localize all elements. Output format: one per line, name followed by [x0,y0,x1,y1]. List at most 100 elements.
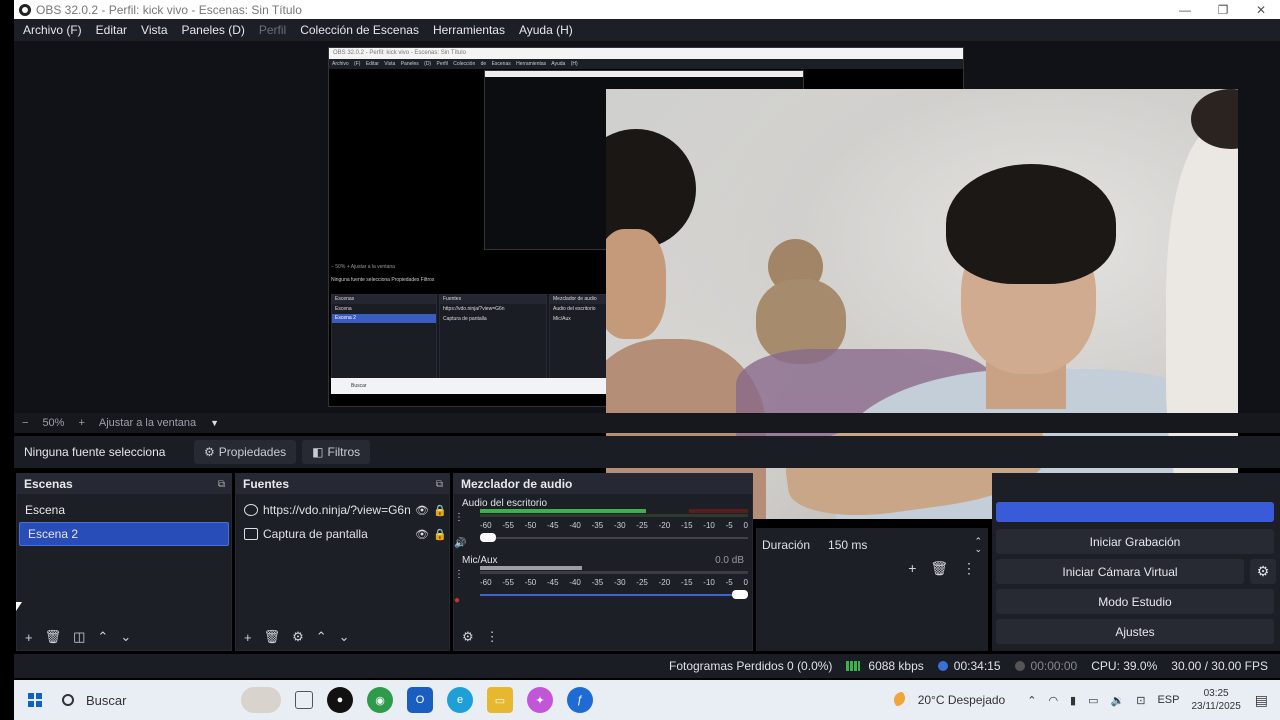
nested-scene-2: Escena 2 [332,314,436,323]
add-transition-icon[interactable]: + [908,560,916,576]
filters-button[interactable]: ◧ Filtros [302,440,371,464]
copilot-icon[interactable]: ✦ [527,687,553,713]
volume-meter [480,509,748,519]
menu-perfil[interactable]: Perfil [259,23,286,37]
menu-vista[interactable]: Vista [141,23,167,37]
search-highlight-icon[interactable] [241,687,281,713]
start-recording-button[interactable]: Iniciar Grabación [996,529,1274,554]
task-view-icon[interactable] [295,691,313,709]
undock-icon[interactable]: ⧉ [218,479,225,490]
file-explorer-icon[interactable]: ▭ [487,687,513,713]
duration-spinbox[interactable]: 150 ms ⌃ ⌄ [824,534,982,556]
gear-icon[interactable]: ⚙ [292,629,304,645]
taskbar-search[interactable]: Buscar [56,684,231,716]
bitrate: 6088 kbps [846,659,924,673]
cpu-usage: CPU: 39.0% [1091,659,1158,673]
meter-tick-label: -45 [546,521,559,530]
source-context-bar: Ninguna fuente selecciona ⚙ Propiedades … [14,436,1280,468]
speaker-icon[interactable]: 🔊 [454,538,466,549]
menu-bar: Archivo (F) Editar Vista Paneles (D) Per… [14,19,1280,41]
meter-tick-label: -55 [502,521,514,530]
preview-canvas[interactable]: OBS 32.0.2 - Perfil: kick vivo - Escenas… [14,41,1280,519]
virtual-camera-settings-icon[interactable]: ⚙ [1250,559,1276,584]
studio-mode-button[interactable]: Modo Estudio [996,589,1274,614]
undock-icon[interactable]: ⧉ [436,479,443,490]
chevron-up-icon[interactable]: ⌃ [1027,694,1036,707]
menu-paneles[interactable]: Paneles (D) [182,23,245,37]
duration-label: Duración [762,538,811,552]
move-up-icon[interactable]: ⌃ [97,629,108,645]
microphone-icon[interactable]: ▮ [1070,694,1076,707]
eye-icon[interactable]: 👁 [413,528,431,541]
speaker-icon[interactable]: 🔉 [1111,694,1125,707]
stream-button-live[interactable] [996,502,1274,522]
channel-menu-icon[interactable]: ⋮ [454,569,464,580]
zoom-dropdown-icon[interactable]: ▼ [210,418,219,428]
settings-button[interactable]: Ajustes [996,619,1274,644]
close-button[interactable]: ✕ [1242,3,1280,17]
filter-icon: ◧ [312,445,324,459]
eye-icon[interactable]: 👁 [413,504,431,517]
trash-icon[interactable]: 🗑 [264,629,281,645]
channel-menu-icon[interactable]: ⋮ [454,512,464,523]
channel-name: Audio del escritorio [462,498,548,509]
trash-icon[interactable]: 🗑 [930,560,948,576]
mute-icon[interactable]: ● [454,595,460,606]
usb-icon[interactable]: ⊡ [1136,694,1145,707]
battery-icon[interactable]: ▭ [1088,694,1098,707]
source-item-browser[interactable]: https://vdo.ninja/?view=G6n 👁 🔒 [236,498,449,522]
maximize-button[interactable]: ❐ [1204,3,1242,17]
source-item-display-capture[interactable]: Captura de pantalla 👁 🔒 [236,522,449,546]
gear-icon[interactable]: ⚙ [462,629,474,645]
move-up-icon[interactable]: ⌃ [316,629,327,645]
meter-tick-label: -50 [524,521,537,530]
zoom-in-button[interactable]: + [78,417,84,429]
minimize-button[interactable]: — [1166,3,1204,17]
globe-icon [244,504,258,516]
move-down-icon[interactable]: ⌄ [339,629,350,645]
zoom-fit-label[interactable]: Ajustar a la ventana [99,417,196,429]
windows-start-icon[interactable] [28,693,42,707]
nested-ch-1: Audio del escritorio [553,306,596,312]
record-time: 00:00:00 [1014,659,1077,673]
menu-herramientas[interactable]: Herramientas [433,23,505,37]
menu-archivo[interactable]: Archivo (F) [23,23,82,37]
meter-tick-label: -10 [703,578,715,587]
lock-icon[interactable]: 🔒 [431,504,449,517]
scene-item-escena[interactable]: Escena [17,498,231,522]
menu-ayuda[interactable]: Ayuda (H) [519,23,573,37]
add-scene-icon[interactable]: + [25,630,33,645]
lock-icon[interactable]: 🔒 [431,528,449,541]
scene-item-escena-2[interactable]: Escena 2 [19,522,229,546]
volume-slider[interactable] [480,533,748,543]
volume-slider[interactable] [480,590,748,600]
properties-button[interactable]: ⚙ Propiedades [194,440,297,464]
meter-tick-label: -60 [480,521,492,530]
clock[interactable]: 03:25 23/11/2025 [1191,687,1240,713]
language-indicator[interactable]: ESP [1157,694,1179,706]
menu-dots-icon[interactable]: ⋮ [962,560,976,576]
outlook-icon[interactable]: O [407,687,433,713]
obs-app-icon[interactable]: ● [327,687,353,713]
menu-coleccion-escenas[interactable]: Colección de Escenas [300,23,419,37]
menu-editar[interactable]: Editar [96,23,127,37]
edge-icon[interactable]: e [447,687,473,713]
weather-widget[interactable]: 20°C Despejado [893,692,1005,708]
scene-filters-icon[interactable]: ◫ [73,629,85,645]
stream-icon [937,661,948,671]
notifications-icon[interactable]: ▤ [1255,692,1268,709]
messenger-icon[interactable]: ƒ [567,687,593,713]
signal-icon [846,661,861,671]
menu-dots-icon[interactable]: ⋮ [486,629,499,645]
start-virtual-camera-button[interactable]: Iniciar Cámara Virtual [996,559,1244,584]
move-down-icon[interactable]: ⌄ [120,629,131,645]
title-bar: OBS 32.0.2 - Perfil: kick vivo - Escenas… [14,0,1280,19]
trash-icon[interactable]: 🗑 [45,629,62,645]
system-tray: 20°C Despejado ⌃ ◠ ▮ ▭ 🔉 ⊡ ESP 03:25 23/… [893,687,1280,713]
chrome-icon[interactable]: ◉ [367,687,393,713]
add-source-icon[interactable]: + [244,630,252,645]
scenes-title: Escenas [24,477,73,491]
zoom-out-button[interactable]: − [22,417,28,429]
network-icon[interactable]: ◠ [1048,694,1058,707]
spin-arrows-icon[interactable]: ⌃ ⌄ [974,537,982,554]
